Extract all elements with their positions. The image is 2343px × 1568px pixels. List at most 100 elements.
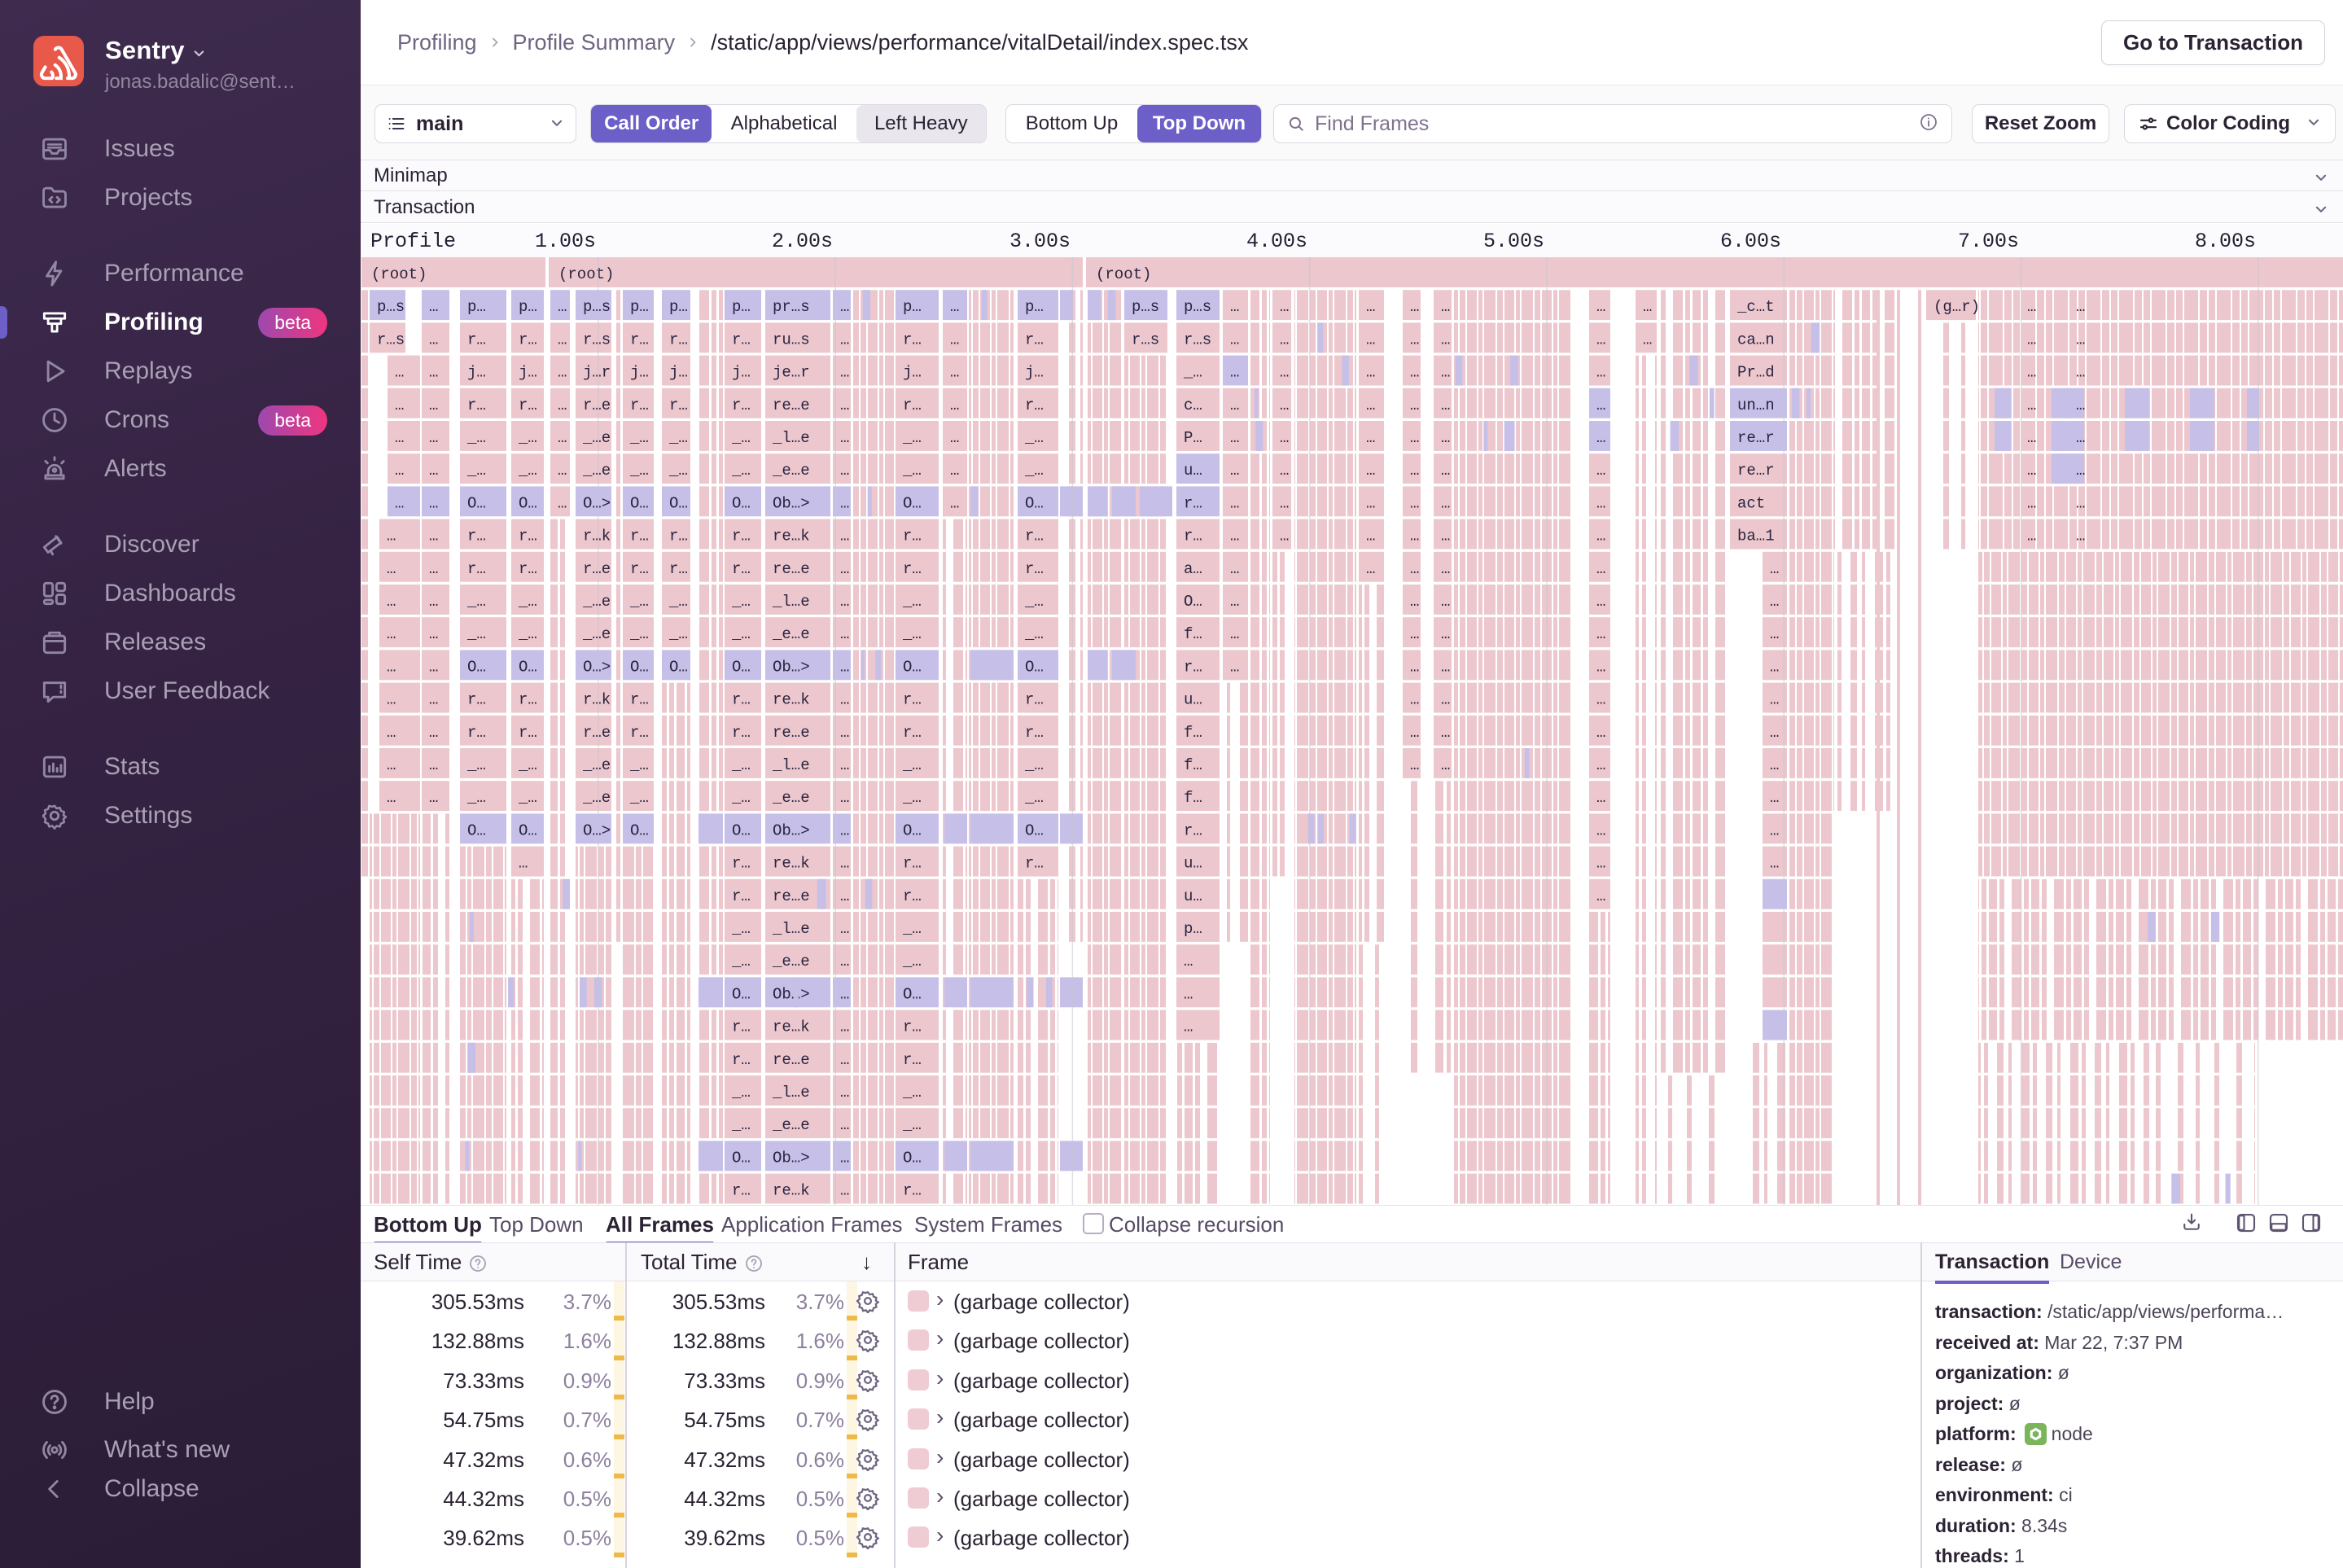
svg-text:…: … xyxy=(840,821,849,839)
svg-text:…: … xyxy=(1596,887,1605,905)
svg-text:…: … xyxy=(1230,625,1239,643)
svg-text:act: act xyxy=(1737,494,1765,512)
svg-text:r…: r… xyxy=(467,691,486,709)
svg-text:…: … xyxy=(1410,494,1419,512)
svg-text:…: … xyxy=(1410,331,1419,348)
svg-text:…: … xyxy=(840,756,849,774)
svg-text:r…: r… xyxy=(732,1051,751,1069)
svg-text:r…k: r…k xyxy=(583,528,611,545)
svg-text:…: … xyxy=(1643,298,1652,316)
svg-text:…: … xyxy=(1770,821,1779,839)
svg-text:r…: r… xyxy=(1025,396,1044,414)
svg-text:O…: O… xyxy=(1184,593,1202,611)
svg-text:…: … xyxy=(429,625,438,643)
svg-text:_…: _… xyxy=(629,429,649,447)
svg-text:…: … xyxy=(840,298,849,316)
svg-text:O…: O… xyxy=(630,494,649,512)
svg-text:…: … xyxy=(1366,364,1375,382)
svg-text:…: … xyxy=(1230,528,1239,545)
svg-text:…: … xyxy=(1596,756,1605,774)
svg-text:…: … xyxy=(1596,724,1605,742)
svg-text:_…: _… xyxy=(518,429,537,447)
svg-text:…: … xyxy=(950,462,959,480)
svg-text:…: … xyxy=(558,364,567,382)
svg-text:O…>: O…> xyxy=(583,821,611,839)
svg-text:r…: r… xyxy=(467,331,486,348)
svg-text:…: … xyxy=(1410,593,1419,611)
svg-text:r…: r… xyxy=(669,396,688,414)
svg-text:…: … xyxy=(1770,789,1779,807)
svg-text:_e…e: _e…e xyxy=(772,953,810,970)
svg-text:_…: _… xyxy=(518,462,537,480)
svg-text:…: … xyxy=(429,462,438,480)
svg-text:r…: r… xyxy=(669,528,688,545)
svg-text:…: … xyxy=(1230,593,1239,611)
svg-text:…: … xyxy=(1596,331,1605,348)
svg-text:re…e: re…e xyxy=(773,396,810,414)
svg-text:_…: _… xyxy=(629,756,649,774)
svg-text:…: … xyxy=(429,364,438,382)
svg-text:Ob…>: Ob…> xyxy=(773,494,810,512)
svg-text:_…: _… xyxy=(902,1116,922,1134)
svg-text:r…: r… xyxy=(1025,331,1044,348)
svg-text:re…k: re…k xyxy=(773,528,810,545)
svg-text:r…k: r…k xyxy=(583,691,611,709)
svg-text:O…: O… xyxy=(732,658,751,676)
svg-text:_…: _… xyxy=(668,593,688,611)
svg-text:_c…t: _c…t xyxy=(1736,298,1775,316)
svg-text:_…: _… xyxy=(731,756,751,774)
svg-text:…: … xyxy=(558,462,567,480)
svg-text:r…: r… xyxy=(903,1182,922,1200)
svg-text:…: … xyxy=(1410,298,1419,316)
svg-text:…: … xyxy=(1410,462,1419,480)
svg-text:_…: _… xyxy=(629,789,649,807)
svg-text:r…: r… xyxy=(630,691,649,709)
svg-text:…: … xyxy=(1441,364,1450,382)
svg-text:…: … xyxy=(2076,429,2085,447)
svg-text:…: … xyxy=(1596,494,1605,512)
svg-text:Ob…>: Ob…> xyxy=(773,985,810,1003)
svg-text:r…: r… xyxy=(1184,821,1202,839)
svg-text:_…: _… xyxy=(518,789,537,807)
svg-text:O…: O… xyxy=(732,985,751,1003)
svg-text:_…: _… xyxy=(518,756,537,774)
svg-text:…: … xyxy=(1280,396,1289,414)
svg-text:u…: u… xyxy=(1184,462,1202,480)
svg-text:…: … xyxy=(1230,364,1239,382)
svg-text:r…: r… xyxy=(1184,494,1202,512)
svg-text:_…: _… xyxy=(902,756,922,774)
svg-text:…: … xyxy=(395,462,404,480)
svg-text:O…: O… xyxy=(903,1149,922,1167)
svg-text:r…: r… xyxy=(732,691,751,709)
svg-text:_…: _… xyxy=(731,462,751,480)
svg-text:_…: _… xyxy=(629,625,649,643)
svg-text:_…: _… xyxy=(518,625,537,643)
svg-text:…: … xyxy=(1441,560,1450,578)
svg-text:_e…e: _e…e xyxy=(772,1116,810,1134)
svg-text:…: … xyxy=(1230,560,1239,578)
svg-text:r…: r… xyxy=(1025,724,1044,742)
svg-text:_…: _… xyxy=(902,1084,922,1102)
svg-text:…: … xyxy=(387,691,396,709)
svg-text:r…: r… xyxy=(903,396,922,414)
svg-text:f…: f… xyxy=(1184,625,1202,643)
svg-text:O…: O… xyxy=(669,494,688,512)
svg-text:re…k: re…k xyxy=(773,1018,810,1036)
svg-text:r…: r… xyxy=(732,396,751,414)
svg-text:_…e: _…e xyxy=(582,429,611,447)
svg-text:ba…1: ba…1 xyxy=(1737,528,1775,545)
svg-text:r…: r… xyxy=(630,331,649,348)
svg-text:…: … xyxy=(1280,462,1289,480)
svg-text:…: … xyxy=(840,593,849,611)
svg-text:O…: O… xyxy=(732,1149,751,1167)
svg-text:O…: O… xyxy=(903,494,922,512)
svg-text:…: … xyxy=(840,396,849,414)
svg-text:…: … xyxy=(1184,953,1193,970)
svg-text:r…: r… xyxy=(519,691,537,709)
svg-text:…: … xyxy=(1596,625,1605,643)
svg-text:j…: j… xyxy=(519,364,537,382)
svg-text:…: … xyxy=(429,528,438,545)
svg-text:_…e: _…e xyxy=(582,625,611,643)
svg-text:…: … xyxy=(1230,462,1239,480)
svg-text:_…: _… xyxy=(466,462,486,480)
